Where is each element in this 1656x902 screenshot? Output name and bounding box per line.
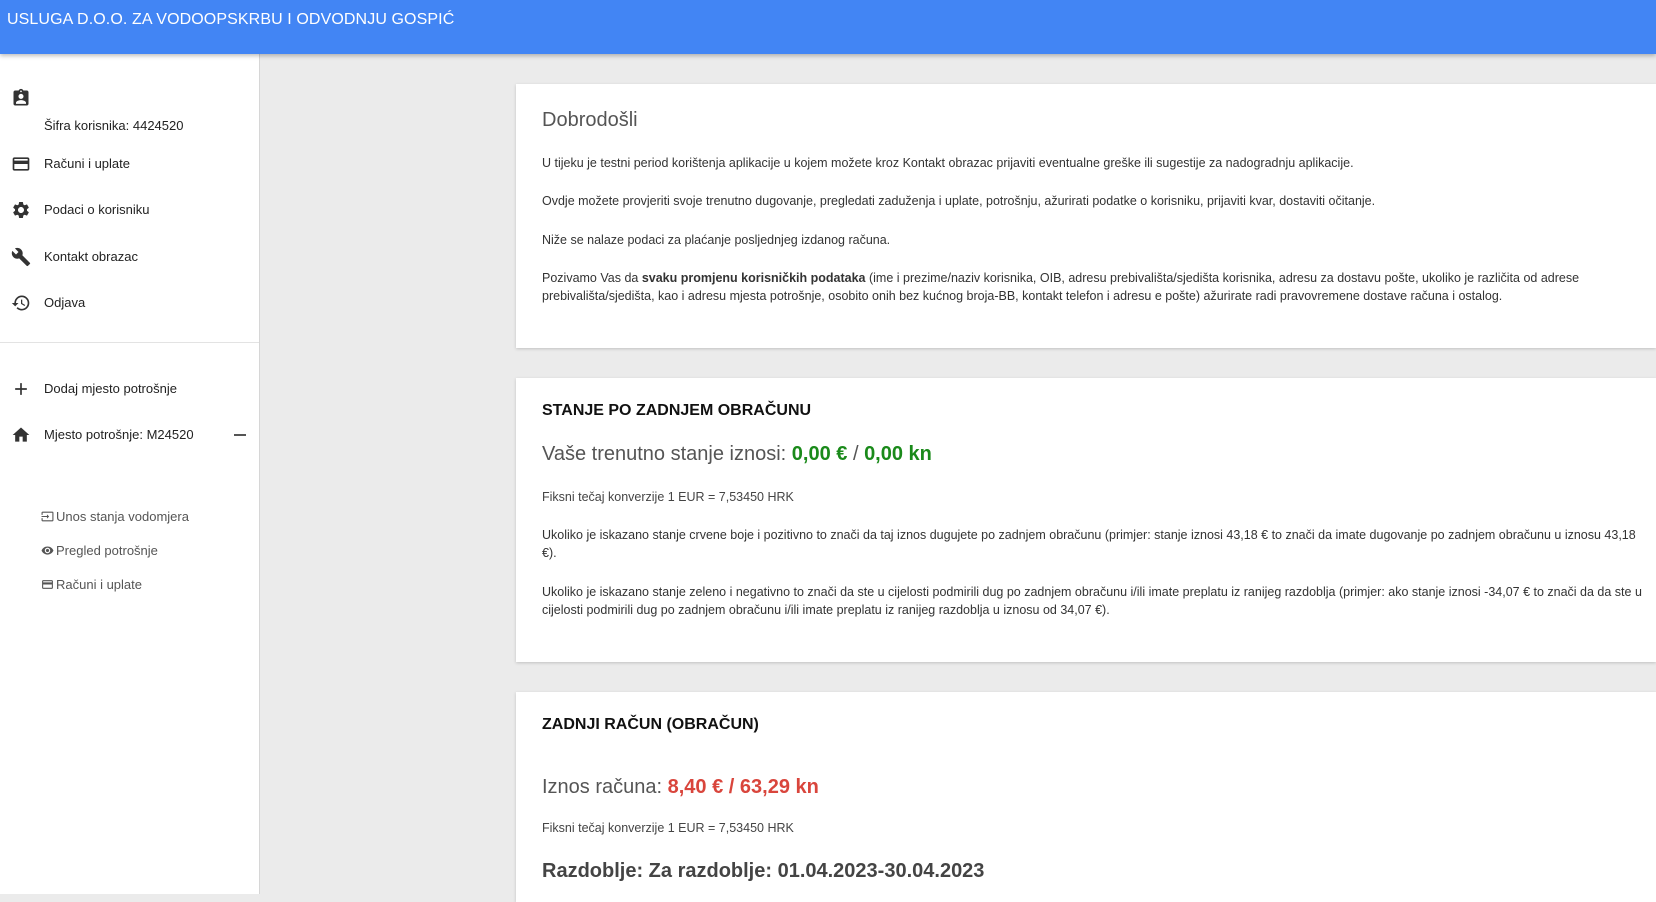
sidebar-item-podaci-o-korisniku[interactable]: Podaci o korisniku [0, 193, 259, 227]
balance-note-green: Ukoliko je iskazano stanje zeleno i nega… [542, 585, 1642, 617]
bill-amount: Iznos računa: 8,40 € / 63,29 kn [542, 776, 819, 799]
conversion-rate: Fiksni tečaj konverzije 1 EUR = 7,53450 … [542, 490, 794, 504]
collapse-icon[interactable] [234, 434, 246, 436]
top-app-bar: USLUGA D.O.O. ZA VODOOPSKRBU I ODVODNJU … [0, 0, 1656, 54]
welcome-paragraph-2: Ovdje možete provjeriti svoje trenutno d… [542, 194, 1376, 208]
sidebar-item-odjava[interactable]: Odjava [0, 286, 259, 320]
sub-item-unos-stanja-vodomjera[interactable]: Unos stanja vodomjera [41, 509, 189, 531]
consumption-place-item[interactable]: Mjesto potrošnje: M24520 [0, 418, 259, 452]
sub-item-label: Računi i uplate [56, 577, 142, 592]
user-info: Šifra korisnika: 4424520 [0, 82, 259, 133]
last-bill-card: ZADNJI RAČUN (OBRAČUN) Iznos računa: 8,4… [516, 692, 1656, 902]
sub-item-pregled-potrosnje[interactable]: Pregled potrošnje [41, 543, 158, 565]
history-icon [11, 295, 30, 311]
balance-label: Vaše trenutno stanje iznosi: [542, 443, 792, 465]
paragraph-4-prefix: Pozivamo Vas da [542, 271, 642, 285]
sub-item-label: Unos stanja vodomjera [56, 509, 189, 524]
add-consumption-place-button[interactable]: Dodaj mjesto potrošnje [0, 372, 259, 406]
balance-note-red: Ukoliko je iskazano stanje crvene boje i… [542, 528, 1636, 560]
balance-eur: 0,00 € [791, 443, 848, 465]
balance-title: STANJE PO ZADNJEM OBRAČUNU [542, 402, 812, 419]
sidebar: Šifra korisnika: 4424520 Računi i uplate… [0, 54, 260, 894]
current-balance: Vaše trenutno stanje iznosi: 0,00 € / 0,… [542, 443, 932, 466]
app-title: USLUGA D.O.O. ZA VODOOPSKRBU I ODVODNJU … [7, 11, 455, 28]
user-code: Šifra korisnika: 4424520 [44, 118, 184, 133]
consumption-place-label: Mjesto potrošnje: M24520 [44, 427, 194, 442]
sub-item-racuni-i-uplate[interactable]: Računi i uplate [41, 577, 142, 599]
wrench-icon [11, 247, 31, 267]
last-bill-title: ZADNJI RAČUN (OBRAČUN) [542, 716, 759, 733]
welcome-paragraph-4: Pozivamo Vas da svaku promjenu korisničk… [542, 269, 1642, 305]
welcome-paragraph-1: U tijeku je testni period korištenja apl… [542, 156, 1354, 170]
welcome-card: Dobrodošli U tijeku je testni period kor… [516, 84, 1656, 348]
user-badge-icon [13, 88, 29, 106]
home-icon [12, 427, 30, 442]
sidebar-item-label: Kontakt obrazac [44, 249, 138, 264]
paragraph-4-bold: svaku promjenu korisničkih podataka [641, 271, 866, 285]
gear-icon [13, 201, 29, 218]
sidebar-item-label: Računi i uplate [44, 156, 130, 171]
sub-item-label: Pregled potrošnje [56, 543, 158, 558]
sidebar-divider [0, 342, 259, 343]
bill-amount-label: Iznos računa: [542, 776, 668, 798]
add-consumption-place-label: Dodaj mjesto potrošnje [44, 381, 177, 396]
input-icon [41, 511, 54, 522]
credit-card-icon [12, 157, 30, 171]
welcome-title: Dobrodošli [542, 109, 638, 131]
balance-separator: / [847, 443, 865, 465]
balance-card: STANJE PO ZADNJEM OBRAČUNU Vaše trenutno… [516, 378, 1656, 662]
sidebar-item-racuni-i-uplate[interactable]: Računi i uplate [0, 147, 259, 181]
eye-icon [41, 546, 54, 555]
bill-period: Razdoblje: Za razdoblje: 01.04.2023-30.0… [542, 860, 985, 882]
bill-amount-value: 8,40 € / 63,29 kn [667, 776, 819, 798]
sidebar-item-kontakt-obrazac[interactable]: Kontakt obrazac [0, 240, 259, 274]
sidebar-item-label: Odjava [44, 295, 86, 310]
balance-kn: 0,00 kn [864, 443, 932, 465]
plus-icon [15, 383, 27, 395]
sidebar-item-label: Podaci o korisniku [44, 202, 150, 217]
welcome-paragraph-3: Niže se nalaze podaci za plaćanje poslje… [542, 233, 891, 247]
credit-card-icon [42, 580, 53, 589]
bill-conversion-rate: Fiksni tečaj konverzije 1 EUR = 7,53450 … [542, 821, 794, 835]
